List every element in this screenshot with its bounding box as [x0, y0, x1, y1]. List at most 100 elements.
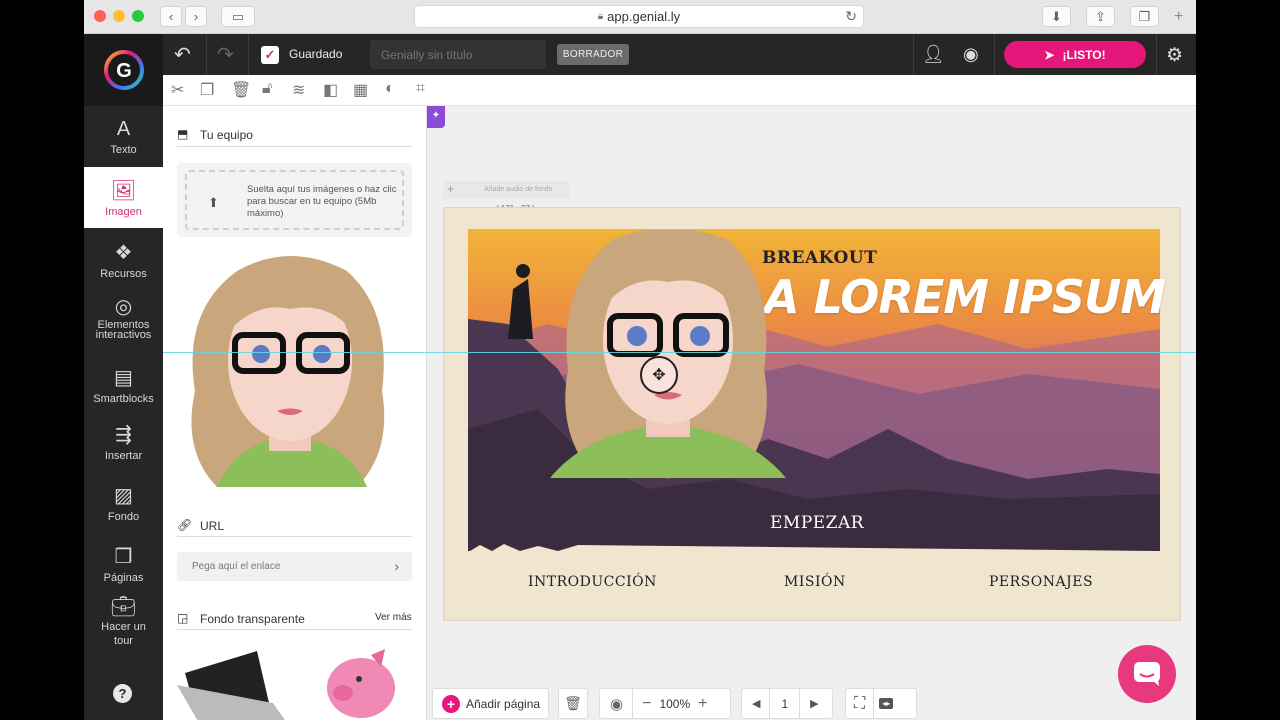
pin-tab[interactable]: ✦	[427, 106, 445, 128]
url-input[interactable]: Pega aquí el enlace ›	[177, 552, 412, 581]
lock-icon: 🔒︎	[597, 11, 604, 22]
see-more-link[interactable]: Ver más	[375, 612, 412, 623]
add-collaborator-icon[interactable]: 👤︎	[922, 44, 945, 65]
image-dropzone[interactable]: ⬆ Suelta aquí tus imágenes o haz clic pa…	[177, 163, 412, 237]
pages-icon: ❒	[114, 546, 133, 568]
nav-mission[interactable]: MISIÓN	[784, 574, 846, 590]
laptop-thumbnail[interactable]	[177, 643, 287, 720]
save-status: Guardado	[289, 47, 343, 61]
rail-item-interactive[interactable]: ◎ Elementos interactivos	[84, 297, 163, 341]
delete-icon[interactable]: 🗑︎	[231, 80, 251, 100]
insert-icon: ⇶	[115, 424, 132, 446]
move-cursor-icon: ✥	[640, 356, 678, 394]
view-controls: ⛶ ◂▸	[845, 688, 917, 719]
add-page-button[interactable]: Añadir página	[466, 697, 540, 711]
rail-item-label: Páginas	[103, 572, 144, 584]
filter-icon[interactable]: ◐	[385, 80, 395, 98]
close-window-dot[interactable]	[94, 10, 106, 22]
avatar-thumbnail[interactable]	[177, 251, 403, 487]
draft-badge: BORRADOR	[557, 44, 629, 65]
help-icon[interactable]: ?	[113, 684, 132, 703]
rail-item-label: Fondo	[107, 511, 140, 523]
undo-icon[interactable]: ↶	[174, 42, 191, 67]
settings-gear-icon[interactable]: ⚙	[1166, 44, 1183, 67]
avatar-on-slide[interactable]	[550, 230, 786, 478]
rail-item-text[interactable]: A Texto	[84, 118, 163, 156]
object-toolbar: ✂ ❐ 🗑︎ 🔓︎ ≋ ◧ ▦ ◐ ⌗	[163, 75, 1196, 106]
piggy-bank-thumbnail[interactable]	[321, 643, 401, 720]
rail-item-tour[interactable]: 💼︎ Hacer un tour	[84, 597, 163, 648]
cut-icon[interactable]: ✂	[171, 80, 184, 100]
lock-object-icon[interactable]: 🔓︎	[262, 80, 272, 98]
back-button[interactable]: ‹	[160, 6, 182, 27]
reload-icon[interactable]: ↻	[845, 8, 857, 25]
rail-item-label: Elementos interactivos	[95, 319, 152, 341]
rail-item-background[interactable]: ▨ Fondo	[84, 483, 163, 523]
genially-logo[interactable]: G	[84, 34, 163, 106]
divider	[177, 629, 412, 630]
browser-chrome: ‹ › ▭ 🔒︎ app.genial.ly ↻ ⬇ ⇪ ❐ +	[84, 0, 1196, 34]
add-page-bar: + Añadir página	[432, 688, 549, 719]
preview-eye-icon[interactable]: ◉	[610, 695, 623, 713]
upload-arrow-icon: ⬆	[208, 195, 219, 210]
sticker-icon: ◲	[177, 611, 189, 625]
divider	[769, 688, 771, 719]
url-text: app.genial.ly	[607, 9, 681, 24]
redo-icon[interactable]: ↷	[217, 42, 234, 67]
slide-title[interactable]: A LOREM IPSUM	[764, 270, 1166, 324]
zoom-out-button[interactable]: −	[642, 695, 651, 713]
background-audio-bar[interactable]: + Añade audio de fondo	[443, 181, 569, 199]
rail-item-smartblocks[interactable]: ▤ Smartblocks	[84, 365, 163, 405]
dropzone-text: Suelta aquí tus imágenes o haz clic para…	[247, 184, 397, 219]
nav-introduction[interactable]: INTRODUCCIÓN	[528, 574, 657, 590]
new-tab-icon[interactable]: +	[1174, 8, 1183, 26]
rail-item-label: Smartblocks	[93, 393, 154, 405]
rail-item-image[interactable]: 🖼︎ Imagen	[84, 167, 163, 228]
team-heading: Tu equipo	[200, 128, 253, 142]
add-audio-icon: +	[447, 182, 455, 196]
address-bar[interactable]: 🔒︎ app.genial.ly ↻	[414, 5, 864, 28]
duplicate-icon[interactable]: ❐	[200, 80, 214, 100]
chevron-right-icon[interactable]: ›	[394, 558, 399, 574]
minimize-window-dot[interactable]	[113, 10, 125, 22]
page-number[interactable]: 1	[781, 697, 788, 711]
rail-item-pages[interactable]: ❒ Páginas	[84, 544, 163, 584]
share-icon[interactable]: ⇪	[1086, 6, 1115, 27]
link-icon: 🔗︎	[177, 518, 193, 532]
start-button[interactable]: EMPEZAR	[770, 513, 864, 533]
preview-eye-icon[interactable]: ◉	[963, 44, 979, 65]
rail-item-resources[interactable]: ❖ Recursos	[84, 240, 163, 280]
chat-support-button[interactable]	[1118, 645, 1176, 703]
downloads-icon[interactable]: ⬇	[1042, 6, 1071, 27]
zoom-controls: ◉ − 100% +	[599, 688, 731, 719]
maximize-window-dot[interactable]	[132, 10, 144, 22]
project-title-input[interactable]	[370, 40, 546, 69]
transparency-icon[interactable]: ▦	[353, 80, 368, 100]
ready-button[interactable]: ➤ ¡LISTO!	[1004, 41, 1146, 68]
zoom-level: 100%	[659, 696, 691, 711]
opacity-icon[interactable]: ◧	[323, 80, 338, 100]
divider	[799, 688, 801, 719]
genially-editor-window: ‹ › ▭ 🔒︎ app.genial.ly ↻ ⬇ ⇪ ❐ + G ↶ ↷ ✓…	[84, 0, 1196, 720]
canvas-area[interactable]: ✦ + Añade audio de fondo ( 171 , 37 )	[427, 106, 1196, 720]
page-navigator: ◀ 1 ▶	[741, 688, 833, 719]
nav-characters[interactable]: PERSONAJES	[989, 574, 1093, 590]
forward-button[interactable]: ›	[185, 6, 207, 27]
zoom-in-button[interactable]: +	[698, 695, 707, 713]
next-page-icon[interactable]: ▶	[810, 697, 818, 710]
tabs-icon[interactable]: ❐	[1130, 6, 1159, 27]
layers-icon[interactable]: ≋	[292, 80, 305, 100]
alignment-guide	[163, 352, 1196, 353]
sidebar-toggle-icon[interactable]: ▭	[221, 6, 255, 27]
crop-icon[interactable]: ⌗	[416, 80, 425, 98]
prev-page-icon[interactable]: ◀	[752, 697, 760, 710]
svg-text:G: G	[116, 60, 132, 82]
fit-screen-icon[interactable]: ⛶	[854, 695, 865, 713]
rocket-icon: ➤	[1044, 47, 1055, 62]
divider	[632, 688, 634, 719]
code-view-icon[interactable]: ◂▸	[879, 698, 894, 709]
add-page-icon[interactable]: +	[442, 694, 460, 713]
delete-page-button[interactable]: 🗑︎	[558, 688, 588, 719]
slide[interactable]: BREAKOUT A LOREM IPSUM ✥ EMPEZAR INTRODU…	[443, 207, 1181, 621]
rail-item-insert[interactable]: ⇶ Insertar	[84, 422, 163, 462]
